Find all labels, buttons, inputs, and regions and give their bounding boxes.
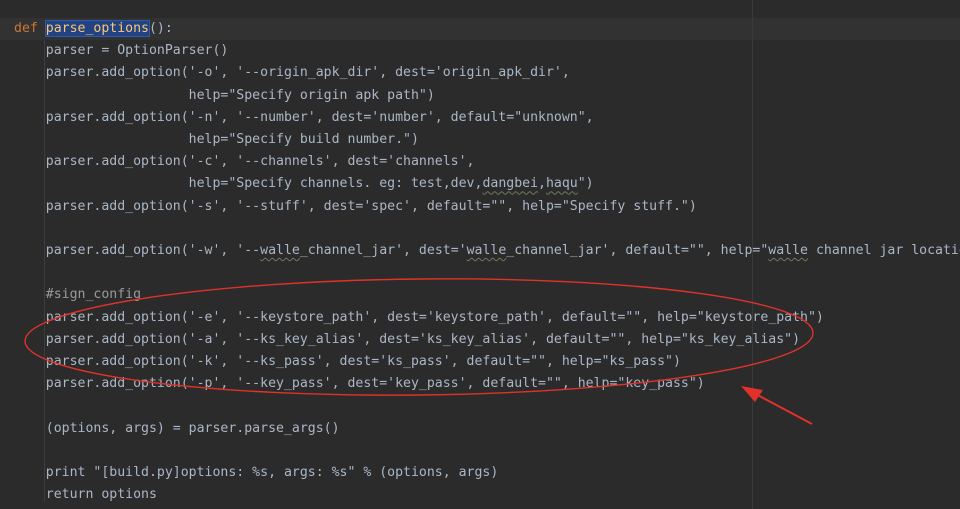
code-line[interactable]: (options, args) = parser.parse_args()	[14, 418, 340, 440]
code-token: help="Specify origin apk path")	[14, 87, 435, 103]
code-token: haqu	[545, 176, 578, 192]
code-token: dangbei	[482, 176, 539, 192]
code-token: parser.add_option('-e', '--keystore_path…	[14, 309, 824, 325]
code-token: _channel_jar', default="", help="	[506, 243, 769, 258]
code-line[interactable]: parser.add_option('-n', '--number', dest…	[14, 107, 594, 129]
code-token: (options, args) = parser.parse_args()	[14, 420, 340, 436]
code-token: ")	[577, 176, 594, 192]
code-token: walle	[466, 243, 507, 258]
code-token: walle	[768, 243, 808, 258]
code-line[interactable]: parser.add_option('-p', '--key_pass', de…	[14, 373, 705, 395]
code-line[interactable]: parser = OptionParser()	[14, 40, 229, 62]
code-line[interactable]: help="Specify channels. eg: test,dev,dan…	[14, 173, 594, 195]
code-line[interactable]: parser.add_option('-o', '--origin_apk_di…	[14, 62, 570, 84]
code-token: parser.add_option('-k', '--ks_pass', des…	[14, 354, 681, 369]
code-line[interactable]: return options	[14, 484, 157, 506]
code-token: ,	[538, 176, 546, 192]
code-line[interactable]: print "[build.py]options: %s, args: %s" …	[14, 462, 499, 484]
code-token: def	[14, 21, 46, 36]
selected-function-name: parse_options	[44, 20, 150, 37]
code-token: ():	[148, 21, 173, 36]
code-token: parser.add_option('-o', '--origin_apk_di…	[14, 65, 570, 81]
code-token: parser = OptionParser()	[14, 43, 229, 59]
code-token: help="Specify build number.")	[14, 132, 419, 147]
code-token: channel jar location.")	[815, 243, 960, 258]
code-line[interactable]: help="Specify origin apk path")	[14, 85, 435, 107]
code-token: parser.add_option('-p', '--key_pass', de…	[14, 376, 705, 392]
code-editor[interactable]: def parse_options(): parser = OptionPars…	[0, 0, 960, 509]
code-line[interactable]: parser.add_option('-w', '--walle_channel…	[14, 240, 960, 262]
code-line[interactable]: parser.add_option('-s', '--stuff', dest=…	[14, 196, 697, 218]
code-token: parser.add_option('-w', '--	[14, 243, 261, 258]
code-line[interactable]: parser.add_option('-a', '--ks_key_alias'…	[14, 329, 800, 351]
code-token: parser.add_option('-c', '--channels', de…	[14, 154, 475, 170]
code-line[interactable]: help="Specify build number.")	[14, 129, 419, 151]
code-comment: #sign_config	[14, 287, 142, 303]
code-line[interactable]: parser.add_option('-k', '--ks_pass', des…	[14, 351, 681, 373]
code-line[interactable]: parser.add_option('-c', '--channels', de…	[14, 151, 475, 173]
code-token: parser.add_option('-n', '--number', dest…	[14, 109, 594, 125]
code-token: print "[build.py]options: %s, args: %s" …	[14, 465, 499, 480]
code-token: parser.add_option('-a', '--ks_key_alias'…	[14, 331, 801, 347]
code-token: parser.add_option('-s', '--stuff', dest=…	[14, 198, 697, 214]
code-line[interactable]: #sign_config	[14, 284, 141, 306]
code-token: help="Specify channels. eg: test,dev,	[14, 176, 483, 192]
code-line[interactable]: parser.add_option('-e', '--keystore_path…	[14, 307, 824, 329]
code-token: return options	[14, 487, 157, 503]
code-token: _channel_jar', dest='	[299, 243, 467, 258]
code-line[interactable]: def parse_options():	[14, 18, 173, 40]
code-token: walle	[260, 243, 300, 258]
